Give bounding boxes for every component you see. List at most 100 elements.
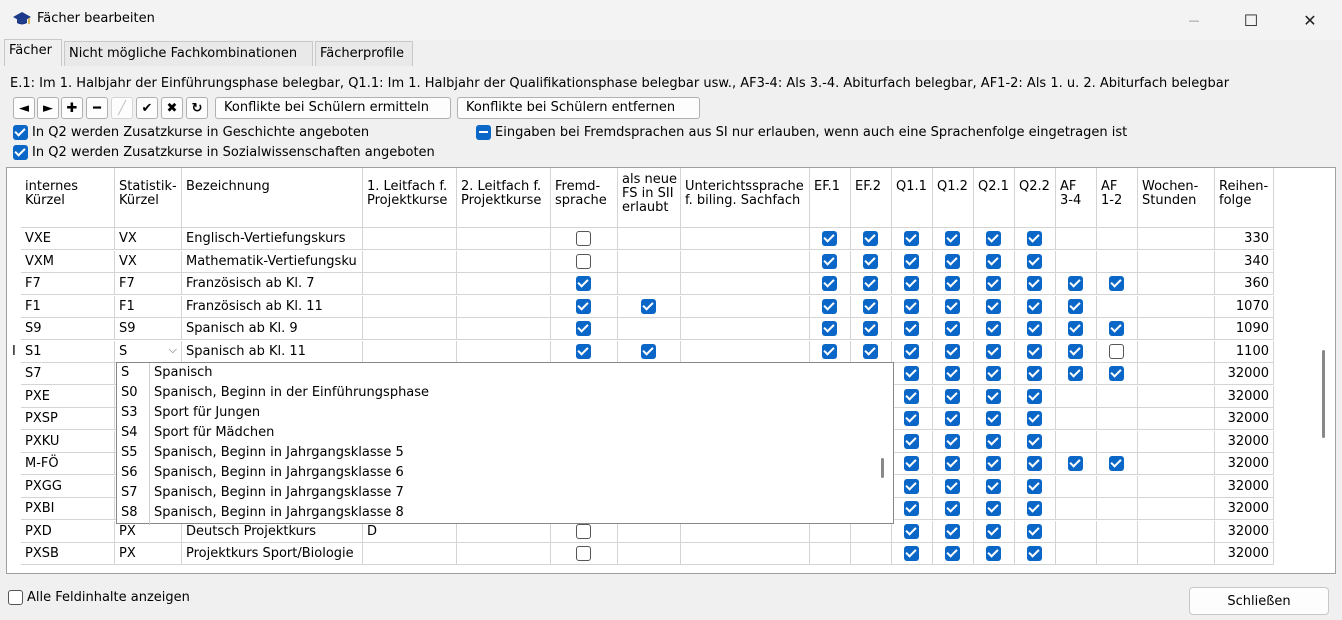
- cell-unterrichtssprache[interactable]: [681, 340, 810, 363]
- cell-neue-fs[interactable]: [618, 318, 681, 340]
- checkbox-icon[interactable]: [1027, 343, 1042, 359]
- checkbox-icon[interactable]: [822, 321, 837, 336]
- cell-ef1[interactable]: [810, 273, 851, 295]
- cell-internes-kuerzel[interactable]: M-FÖ: [21, 453, 115, 475]
- cell-q21[interactable]: [974, 520, 1015, 543]
- checkbox-icon[interactable]: [945, 411, 960, 426]
- checkbox-icon[interactable]: [576, 321, 591, 336]
- checkbox-icon[interactable]: [1068, 456, 1083, 471]
- header-fremdsprache[interactable]: Fremd- sprache: [551, 168, 618, 228]
- cell-internes-kuerzel[interactable]: PXGG: [21, 475, 115, 498]
- checkbox-icon[interactable]: [1027, 388, 1042, 404]
- cell-af34[interactable]: [1056, 340, 1097, 363]
- cell-wochenstunden[interactable]: [1138, 295, 1215, 318]
- cell-q21[interactable]: [974, 250, 1015, 273]
- cell-q11[interactable]: [892, 340, 933, 363]
- checkbox-icon[interactable]: [1027, 298, 1042, 314]
- checkbox-icon[interactable]: [986, 366, 1001, 381]
- option-q2-sowi[interactable]: In Q2 werden Zusatzkurse in Sozialwissen…: [13, 145, 435, 160]
- cell-ef1[interactable]: [810, 340, 851, 363]
- cell-fremdsprache[interactable]: [551, 318, 618, 340]
- checkbox-icon[interactable]: [863, 276, 878, 291]
- cell-unterrichtssprache[interactable]: [681, 273, 810, 295]
- cell-leitfach-1[interactable]: [363, 250, 457, 273]
- cell-q11[interactable]: [892, 273, 933, 295]
- cell-fremdsprache[interactable]: [551, 340, 618, 363]
- cell-neue-fs[interactable]: [618, 250, 681, 273]
- cell-unterrichtssprache[interactable]: [681, 543, 810, 565]
- cell-internes-kuerzel[interactable]: PXKU: [21, 430, 115, 453]
- cell-wochenstunden[interactable]: [1138, 520, 1215, 543]
- cell-leitfach-2[interactable]: [457, 543, 551, 565]
- checkbox-icon[interactable]: [986, 411, 1001, 426]
- cell-af12[interactable]: [1097, 408, 1138, 430]
- close-button[interactable]: Schließen: [1189, 587, 1329, 615]
- header-statistik-kuerzel[interactable]: Statistik- Kürzel: [115, 168, 182, 228]
- show-all-checkbox[interactable]: Alle Feldinhalte anzeigen: [8, 590, 190, 605]
- cell-leitfach-1[interactable]: [363, 340, 457, 363]
- cell-leitfach-1[interactable]: [363, 318, 457, 340]
- header-af34[interactable]: AF 3-4: [1056, 168, 1097, 228]
- checkbox-icon[interactable]: [1027, 433, 1042, 449]
- refresh-button[interactable]: ↻: [186, 97, 208, 119]
- cell-reihenfolge[interactable]: 1090: [1215, 318, 1274, 340]
- checkbox-icon[interactable]: [1109, 276, 1124, 291]
- cell-q21[interactable]: [974, 363, 1015, 385]
- cell-q21[interactable]: [974, 228, 1015, 250]
- cell-q11[interactable]: [892, 408, 933, 430]
- checkbox-icon[interactable]: [986, 523, 1001, 539]
- cell-statistik-kuerzel[interactable]: S ⌵: [115, 340, 182, 363]
- cell-af12[interactable]: [1097, 340, 1138, 363]
- cell-af12[interactable]: [1097, 318, 1138, 340]
- checkbox-icon[interactable]: [641, 343, 656, 359]
- header-bezeichnung[interactable]: Bezeichnung: [182, 168, 363, 228]
- checkbox-icon[interactable]: [1068, 321, 1083, 336]
- cell-q11[interactable]: [892, 318, 933, 340]
- cell-statistik-kuerzel[interactable]: S9: [115, 318, 182, 340]
- checkbox-icon[interactable]: [8, 590, 23, 605]
- cell-statistik-kuerzel[interactable]: F7: [115, 273, 182, 295]
- cell-wochenstunden[interactable]: [1138, 498, 1215, 520]
- cell-af34[interactable]: [1056, 475, 1097, 498]
- checkbox-icon[interactable]: [904, 478, 919, 494]
- checkbox-icon[interactable]: [1027, 253, 1042, 269]
- cell-leitfach-2[interactable]: [457, 228, 551, 250]
- cell-leitfach-2[interactable]: [457, 273, 551, 295]
- maximize-button[interactable]: ☐: [1228, 6, 1274, 34]
- header-af12[interactable]: AF 1-2: [1097, 168, 1138, 228]
- header-q21[interactable]: Q2.1: [974, 168, 1015, 228]
- cell-q12[interactable]: [933, 498, 974, 520]
- cell-q11[interactable]: [892, 295, 933, 318]
- cell-af34[interactable]: [1056, 295, 1097, 318]
- cell-q12[interactable]: [933, 273, 974, 295]
- cell-statistik-kuerzel[interactable]: VX: [115, 250, 182, 273]
- checkbox-icon[interactable]: [863, 298, 878, 314]
- checkbox-icon[interactable]: [986, 298, 1001, 314]
- cell-af12[interactable]: [1097, 363, 1138, 385]
- checkbox-icon[interactable]: [863, 343, 878, 359]
- cell-fremdsprache[interactable]: [551, 273, 618, 295]
- checkbox-icon[interactable]: [904, 253, 919, 269]
- cell-q22[interactable]: [1015, 295, 1056, 318]
- checkbox-icon[interactable]: [576, 523, 591, 539]
- checkbox-icon[interactable]: [904, 388, 919, 404]
- checkbox-icon[interactable]: [945, 501, 960, 516]
- dropdown-option[interactable]: S Spanisch: [117, 363, 883, 383]
- cell-neue-fs[interactable]: [618, 273, 681, 295]
- checkbox-icon[interactable]: [945, 478, 960, 494]
- checkbox-icon[interactable]: [986, 321, 1001, 336]
- cell-af12[interactable]: [1097, 520, 1138, 543]
- checkbox-icon[interactable]: [945, 388, 960, 404]
- cell-reihenfolge[interactable]: 32000: [1215, 363, 1274, 385]
- cell-q21[interactable]: [974, 340, 1015, 363]
- cell-q21[interactable]: [974, 385, 1015, 408]
- checkbox-icon[interactable]: [945, 366, 960, 381]
- cell-leitfach-2[interactable]: [457, 318, 551, 340]
- cell-fremdsprache[interactable]: [551, 250, 618, 273]
- checkbox-icon[interactable]: [986, 276, 1001, 291]
- dropdown-option[interactable]: S5 Spanisch, Beginn in Jahrgangsklasse 5: [117, 443, 883, 463]
- cell-q12[interactable]: [933, 430, 974, 453]
- cell-q21[interactable]: [974, 318, 1015, 340]
- checkbox-icon[interactable]: [904, 433, 919, 449]
- cell-internes-kuerzel[interactable]: PXSP: [21, 408, 115, 430]
